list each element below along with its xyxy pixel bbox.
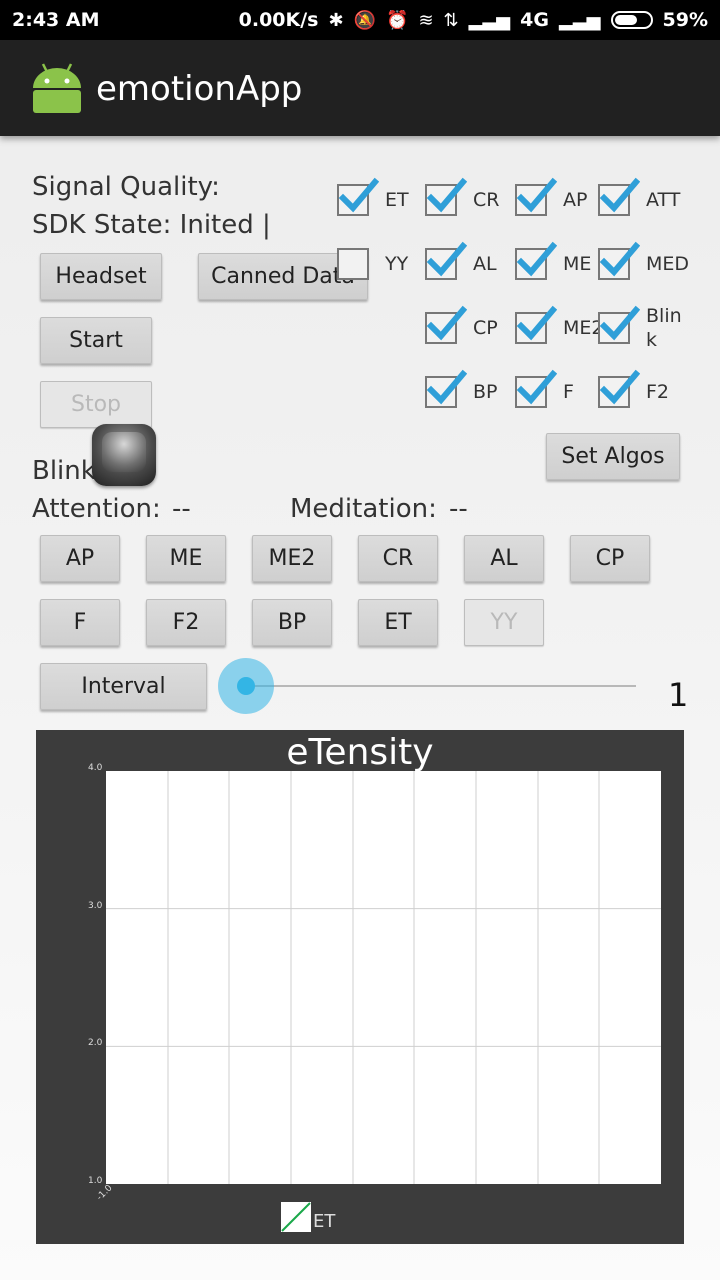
attention-value: -- [172,494,191,524]
algo-button-f2[interactable]: F2 [146,599,226,646]
checkmark-icon [516,241,557,277]
headset-button[interactable]: Headset [40,253,162,300]
checkmark-icon [516,369,557,405]
network-speed: 0.00K/s [238,9,319,31]
algo-button-f[interactable]: F [40,599,120,646]
checkmark-icon [516,177,557,213]
signal-icon-2: ▂▃▅ [558,9,601,31]
chart-y-tick: 2.0 [88,1038,103,1049]
checkmark-icon [426,177,467,213]
status-time: 2:43 AM [12,9,100,31]
stop-button[interactable]: Stop [40,381,152,428]
interval-button[interactable]: Interval [40,663,207,710]
checkbox-yy[interactable] [337,248,369,280]
checkbox-f[interactable] [515,369,557,408]
checkbox-label: ME [563,253,592,275]
checkbox-me[interactable] [515,241,557,280]
chart-y-tick: 3.0 [88,900,103,911]
algo-button-me[interactable]: ME [146,535,226,582]
checkmark-icon [599,241,640,277]
checkmark-icon [338,177,379,213]
checkbox-label: BP [473,381,498,403]
checkmark-icon [516,305,557,341]
interval-value: 1 [668,676,689,714]
signal-quality-label: Signal Quality: [32,172,220,202]
chart-y-tick: 1.0 [88,1176,103,1186]
checkbox-label: F2 [646,381,670,403]
checkbox-al[interactable] [425,241,467,280]
legend-label: ET [313,1211,336,1232]
android-logo-icon [33,63,81,113]
interval-slider-thumb[interactable] [237,677,255,695]
interval-slider-track[interactable] [246,685,636,687]
checkmark-icon [426,369,467,405]
etensity-chart: eTensity 4.0 3.0 2.0 1.0 -1.0 ET [36,730,684,1244]
sdk-state-label: SDK State: Inited | [32,210,271,240]
network-type: 4G [520,9,549,31]
wifi-icon: ≋ [418,9,434,31]
chart-y-tick: 4.0 [88,763,103,773]
checkbox-ap[interactable] [515,177,557,216]
legend-swatch [281,1202,311,1232]
blink-indicator-icon [92,424,156,486]
algo-button-bp[interactable]: BP [252,599,332,646]
alarm-icon: ⏰ [386,9,409,31]
checkbox-label: Blin k [646,305,682,351]
status-icons: 0.00K/s ✱ 🔕 ⏰ ≋ ⇅ ▂▃▅ 4G ▂▃▅ 59% [239,9,708,31]
data-transfer-icon: ⇅ [443,9,459,31]
checkbox-me2[interactable] [515,305,557,344]
checkbox-bp[interactable] [425,369,467,408]
checkbox-att[interactable] [598,177,640,216]
app-bar: emotionApp [0,40,720,136]
checkbox-f2[interactable] [598,369,640,408]
algo-button-me2[interactable]: ME2 [252,535,332,582]
status-bar: 2:43 AM 0.00K/s ✱ 🔕 ⏰ ≋ ⇅ ▂▃▅ 4G ▂▃▅ 59% [0,0,720,40]
set-algos-button[interactable]: Set Algos [546,433,680,480]
checkbox-cr[interactable] [425,177,467,216]
bluetooth-icon: ✱ [328,9,344,31]
algo-button-yy[interactable]: YY [464,599,544,646]
chart-plot-area [106,771,661,1184]
checkbox-label: AL [473,253,497,275]
checkbox-label: F [563,381,574,403]
checkmark-icon [599,369,640,405]
algo-button-et[interactable]: ET [358,599,438,646]
chart-grid [106,771,661,1184]
checkbox-cp[interactable] [425,305,467,344]
algo-button-cp[interactable]: CP [570,535,650,582]
checkbox-label: MED [646,253,690,275]
checkbox-label: AP [563,189,588,211]
meditation-label: Meditation: [290,494,437,524]
battery-level: 59% [662,9,708,31]
blink-label: Blink [32,456,96,486]
start-button[interactable]: Start [40,317,152,364]
checkbox-label: ATT [646,189,681,211]
app-title: emotionApp [96,69,303,109]
checkbox-et[interactable] [337,177,379,216]
mute-notifications-icon: 🔕 [353,9,377,31]
algo-button-ap[interactable]: AP [40,535,120,582]
signal-icon: ▂▃▅ [468,9,511,31]
checkbox-label: YY [385,253,409,275]
checkmark-icon [599,177,640,213]
chart-x-tick: -1.0 [95,1183,115,1203]
checkmark-icon [599,305,640,341]
battery-icon [610,11,653,29]
chart-title: eTensity [286,732,434,773]
algo-button-al[interactable]: AL [464,535,544,582]
algo-button-cr[interactable]: CR [358,535,438,582]
checkbox-label: ET [385,189,409,211]
checkmark-icon [426,241,467,277]
checkmark-icon [426,305,467,341]
checkbox-blink[interactable] [598,305,640,344]
checkbox-label: CP [473,317,498,339]
checkbox-label: CR [473,189,500,211]
checkbox-med[interactable] [598,241,640,280]
meditation-value: -- [449,494,468,524]
attention-label: Attention: [32,494,161,524]
